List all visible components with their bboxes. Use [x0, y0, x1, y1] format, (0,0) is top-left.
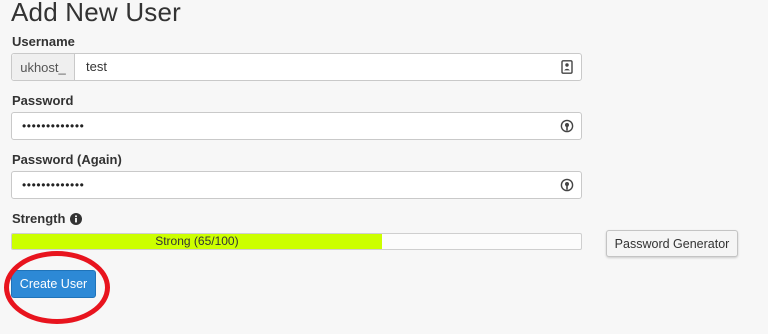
page-title: Add New User — [11, 0, 182, 27]
username-label: Username — [12, 34, 75, 49]
username-input[interactable]: test — [75, 54, 553, 80]
strength-label: Strength — [12, 211, 66, 226]
password-again-input[interactable]: ••••••••••••• — [12, 172, 553, 198]
password-field[interactable]: ••••••••••••• — [11, 112, 582, 140]
username-prefix: ukhost_ — [12, 54, 75, 80]
password-reveal-icon[interactable] — [553, 172, 581, 198]
contact-card-icon — [553, 54, 581, 80]
create-user-button[interactable]: Create User — [11, 270, 96, 298]
password-generator-button[interactable]: Password Generator — [606, 230, 738, 257]
password-label: Password — [12, 93, 74, 108]
add-user-page: Add New User Username ukhost_ test Passw… — [0, 0, 768, 334]
info-circle-icon[interactable] — [70, 213, 83, 225]
strength-meter-text: Strong (65/100) — [155, 234, 239, 248]
password-again-field[interactable]: ••••••••••••• — [11, 171, 582, 199]
username-field[interactable]: ukhost_ test — [11, 53, 582, 81]
password-again-label: Password (Again) — [12, 152, 122, 167]
password-reveal-icon[interactable] — [553, 113, 581, 139]
password-strength-meter: Strong (65/100) — [11, 233, 582, 250]
password-input[interactable]: ••••••••••••• — [12, 113, 553, 139]
strength-label-row: Strength — [12, 211, 83, 227]
